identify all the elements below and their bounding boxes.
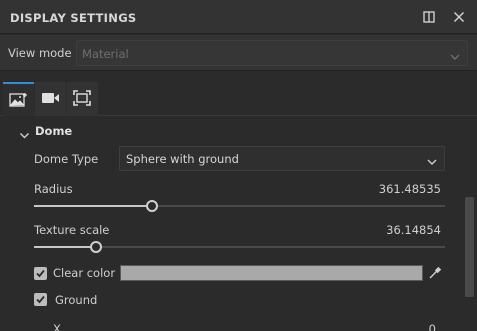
dome-section-header[interactable]: Dome: [0, 117, 462, 145]
tab-frame[interactable]: [67, 82, 98, 116]
chevron-down-icon: [449, 48, 461, 60]
ground-label: Ground: [55, 293, 98, 307]
eyedropper-icon[interactable]: [428, 265, 442, 279]
dome-settings-panel: Dome Dome Type Sphere with ground Radius…: [0, 117, 462, 331]
dome-section-title: Dome: [35, 124, 73, 138]
slider-handle[interactable]: [145, 200, 158, 212]
dome-type-value: Sphere with ground: [126, 152, 239, 166]
radius-label: Radius: [34, 182, 73, 196]
view-mode-label: View mode: [8, 46, 72, 60]
texture-scale-slider[interactable]: [34, 240, 445, 254]
tab-camera[interactable]: [35, 82, 66, 116]
panel-title: DISPLAY SETTINGS: [10, 11, 137, 25]
dock-panel-icon[interactable]: [421, 9, 437, 25]
dome-type-label: Dome Type: [34, 152, 99, 166]
slider-handle[interactable]: [90, 241, 103, 253]
slider-fill: [34, 246, 97, 248]
radius-slider[interactable]: [34, 199, 445, 213]
close-icon[interactable]: [451, 9, 467, 25]
scrollbar-thumb[interactable]: [465, 197, 474, 297]
clear-color-label: Clear color: [53, 266, 116, 280]
view-mode-select[interactable]: Material: [76, 40, 468, 66]
vertical-scrollbar[interactable]: [462, 117, 477, 331]
chevron-down-icon: [426, 153, 438, 165]
texture-scale-value[interactable]: 36.14854: [386, 223, 441, 237]
view-mode-value: Material: [82, 47, 129, 61]
clear-color-checkbox[interactable]: [34, 267, 47, 280]
dome-type-select[interactable]: Sphere with ground: [119, 146, 445, 171]
panel-titlebar: DISPLAY SETTINGS: [0, 0, 477, 34]
radius-value[interactable]: 361.48535: [379, 182, 441, 196]
tab-environment[interactable]: [3, 82, 34, 116]
view-mode-row: View mode Material: [0, 35, 477, 71]
texture-scale-label: Texture scale: [34, 223, 110, 237]
clear-color-swatch[interactable]: [120, 265, 423, 281]
chevron-down-icon: [19, 126, 30, 139]
ground-checkbox[interactable]: [34, 293, 47, 306]
x-value[interactable]: 0: [429, 322, 436, 331]
x-label: X: [53, 322, 61, 331]
slider-fill: [34, 205, 152, 207]
tab-bar: [0, 72, 477, 116]
